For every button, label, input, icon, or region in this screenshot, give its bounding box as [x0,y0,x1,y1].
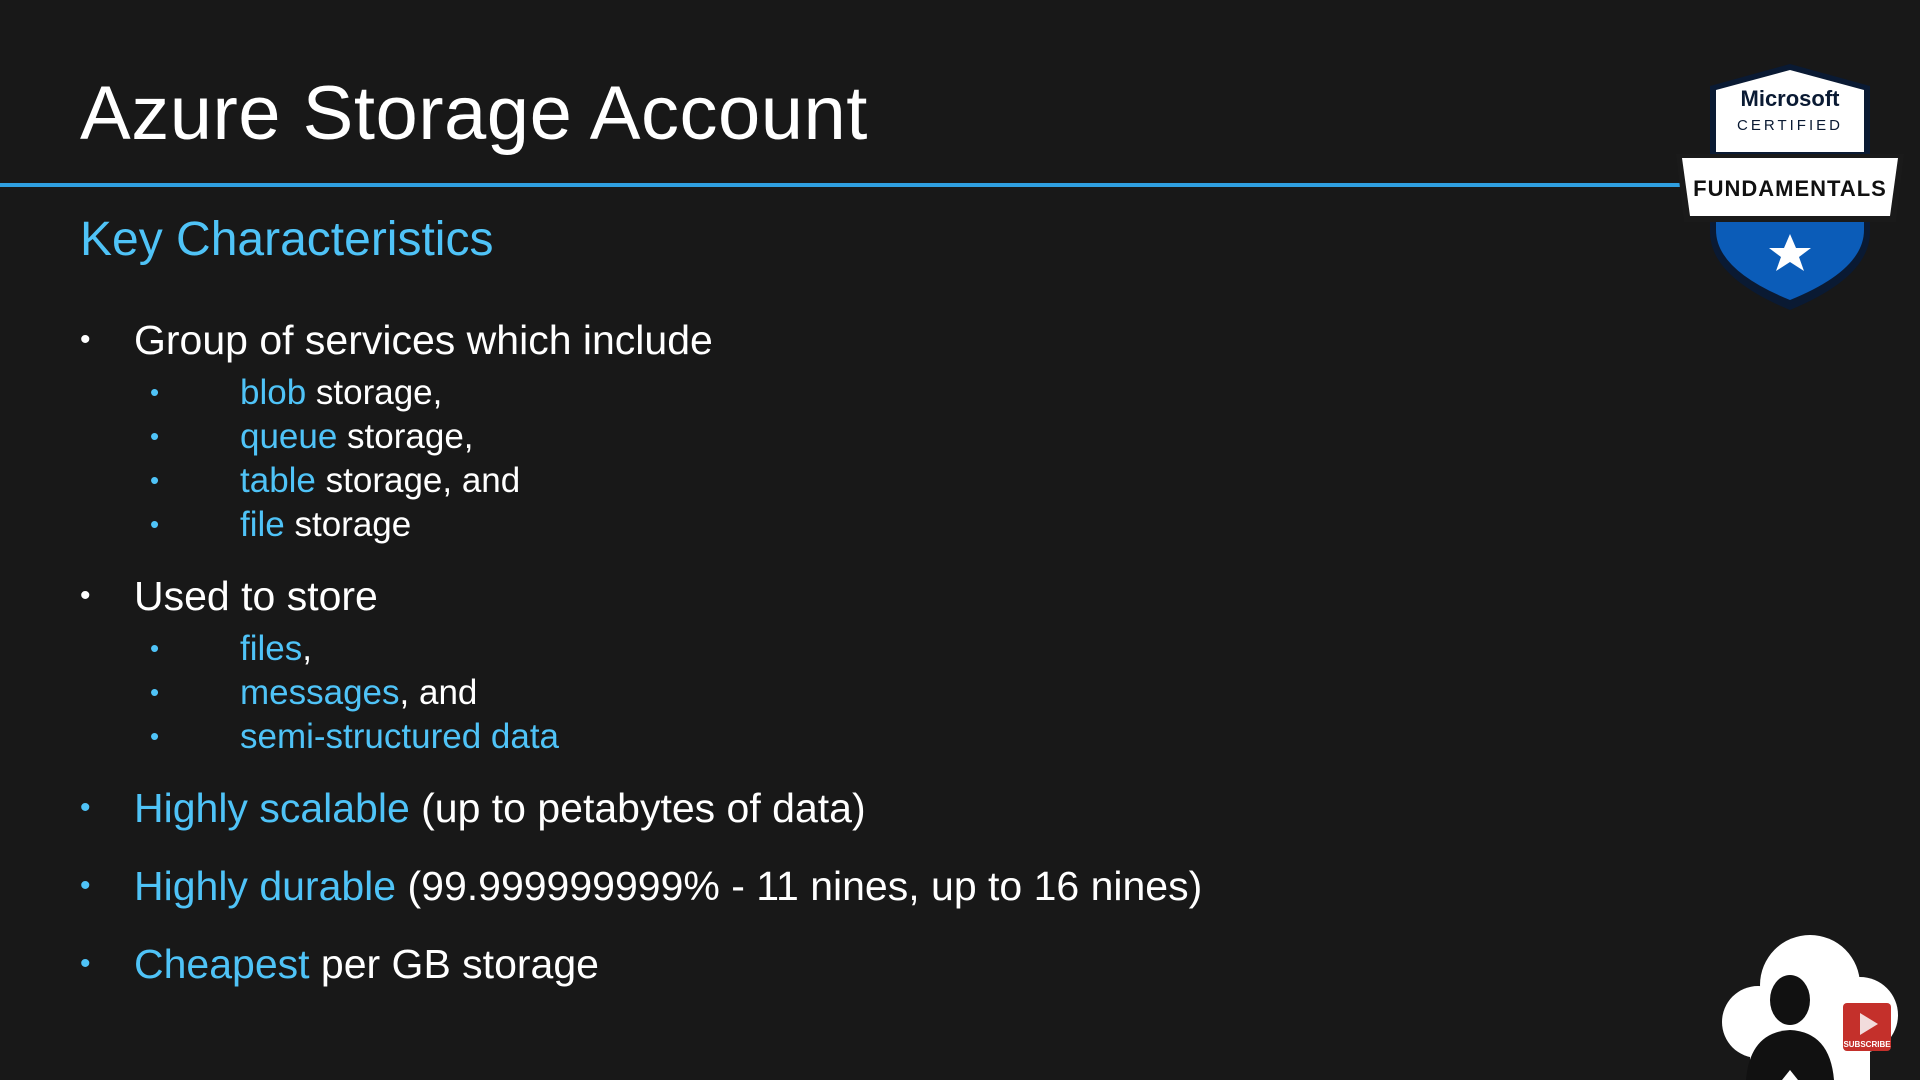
sub-bullet-highlight: queue [240,416,338,456]
bullet-dot-icon: • [80,323,91,356]
bullet-dot-icon: • [80,579,91,612]
bullet-dot-icon: • [80,947,91,980]
sub-bullet-text: storage, [306,372,443,412]
subscribe-button[interactable]: SUBSCRIBE [1843,1003,1891,1051]
sub-bullet-highlight: messages [240,672,400,712]
sub-bullet-highlight: table [240,460,316,500]
badge-line2: CERTIFIED [1737,117,1843,134]
microsoft-certified-badge-icon: Microsoft CERTIFIED FUNDAMENTALS [1676,64,1904,310]
bullet-text: Used to store [134,572,378,619]
bullet-dot-icon: • [150,677,160,707]
bullet-text: Group of services which include [134,316,713,363]
sub-bullet-text: storage, and [315,460,521,500]
bullet-text: per GB storage [309,940,599,987]
bullet-highlight: Cheapest [134,940,310,987]
bullet-dot-icon: • [150,465,160,495]
sub-bullet-item: • blob storage, [150,370,442,414]
sub-bullet-item: • semi-structured data [150,714,559,758]
sub-bullet-text: storage [284,504,412,544]
bullet-dot-icon: • [80,869,91,902]
sub-bullet-item: • messages, and [150,670,477,714]
sub-bullet-item: • table storage, and [150,458,520,502]
title-divider [0,183,1700,187]
bullet-text: (up to petabytes of data) [409,784,866,831]
bullet-item: • Used to store [80,570,378,622]
slide-subtitle: Key Characteristics [80,213,494,266]
sub-bullet-highlight: file [240,504,285,544]
bullet-dot-icon: • [150,421,160,451]
sub-bullet-text: , and [399,672,478,712]
sub-bullet-text: , [302,628,312,668]
bullet-item: • Highly durable (99.999999999% - 11 nin… [80,860,1202,912]
bullet-item: • Highly scalable (up to petabytes of da… [80,782,866,834]
slide: Azure Storage Account Key Characteristic… [0,0,1920,1080]
bullet-highlight: Highly scalable [134,784,410,831]
bullet-dot-icon: • [150,721,160,751]
sub-bullet-highlight: semi-structured data [240,716,560,756]
bullet-dot-icon: • [150,509,160,539]
bullet-highlight: Highly durable [134,862,397,909]
sub-bullet-highlight: files [240,628,303,668]
sub-bullet-item: • file storage [150,502,411,546]
sub-bullet-item: • files, [150,626,312,670]
bullet-dot-icon: • [150,633,160,663]
sub-bullet-text: storage, [337,416,474,456]
bullet-item: • Cheapest per GB storage [80,938,599,990]
bullet-text: (99.999999999% - 11 nines, up to 16 nine… [396,862,1203,909]
bullet-dot-icon: • [150,377,160,407]
bullet-item: • Group of services which include [80,314,713,366]
badge-banner: FUNDAMENTALS [1693,176,1887,201]
bullet-dot-icon: • [80,791,91,824]
subscribe-label: SUBSCRIBE [1843,1040,1891,1049]
badge-line1: Microsoft [1741,86,1841,111]
slide-title: Azure Storage Account [80,71,868,156]
sub-bullet-item: • queue storage, [150,414,474,458]
sub-bullet-highlight: blob [240,372,307,412]
